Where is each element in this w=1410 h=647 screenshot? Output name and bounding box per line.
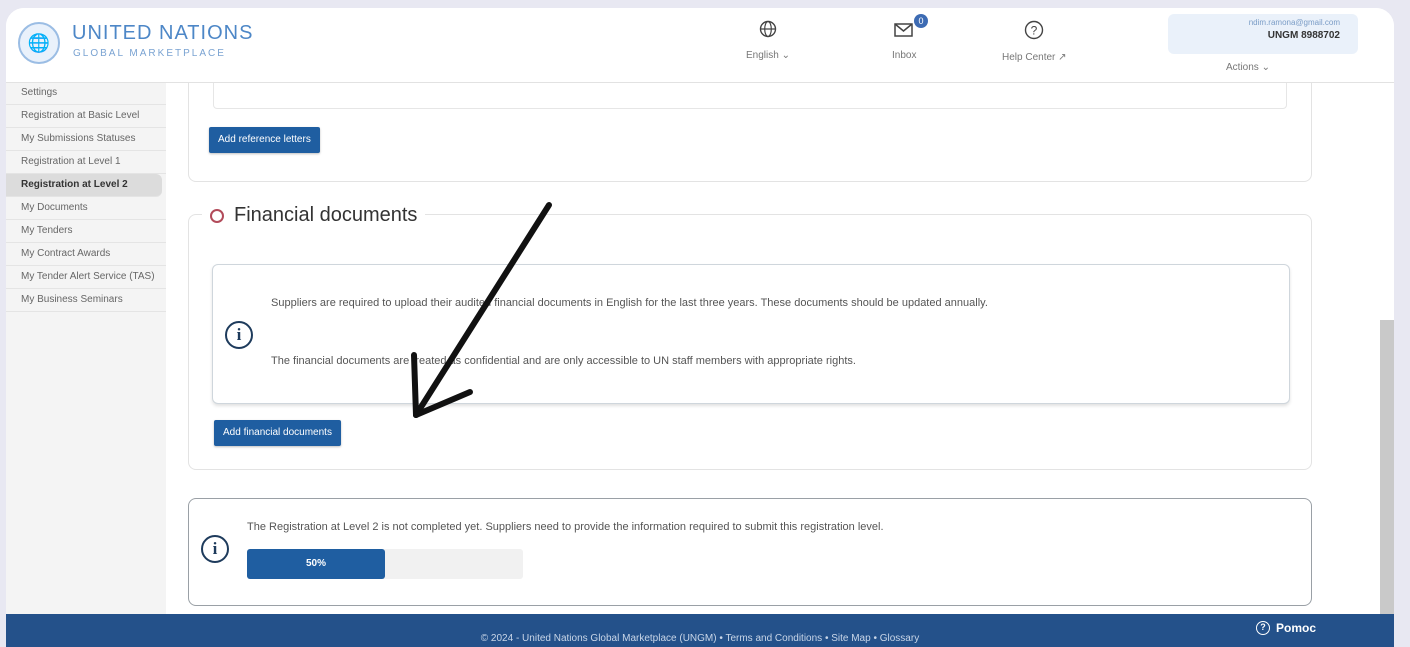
- financial-info-box: i Suppliers are required to upload their…: [212, 264, 1290, 404]
- incomplete-status-circle-icon: [210, 208, 224, 223]
- sidebar-item-tender-alert-service[interactable]: My Tender Alert Service (TAS): [6, 266, 166, 289]
- footer-links[interactable]: © 2024 - United Nations Global Marketpla…: [6, 633, 1394, 644]
- registration-status-card: i The Registration at Level 2 is not com…: [188, 498, 1312, 606]
- sidebar-item-registration-level-1[interactable]: Registration at Level 1: [6, 151, 166, 174]
- account-box[interactable]: ndim.ramona@gmail.com UNGM 8988702: [1168, 14, 1358, 54]
- brand-subtitle: GLOBAL MARKETPLACE: [73, 48, 226, 59]
- sidebar-item-submission-statuses[interactable]: My Submissions Statuses: [6, 128, 166, 151]
- language-label: English: [746, 50, 779, 61]
- add-financial-documents-button[interactable]: Add financial documents: [214, 420, 341, 446]
- inbox-link[interactable]: 0 Inbox: [892, 14, 928, 61]
- sidebar-item-settings[interactable]: Settings: [6, 82, 166, 105]
- financial-documents-header: Financial documents: [202, 204, 426, 227]
- svg-text:?: ?: [1031, 24, 1038, 38]
- help-center-label: Help Center: [1002, 52, 1056, 63]
- inbox-count-badge: 0: [914, 14, 928, 28]
- page-scrollbar[interactable]: [1380, 320, 1394, 615]
- sidebar-item-my-tenders[interactable]: My Tenders: [6, 220, 166, 243]
- chevron-down-icon: ⌄: [781, 50, 790, 61]
- pomoc-help-button[interactable]: ? Pomoc: [1256, 621, 1316, 635]
- account-email: ndim.ramona@gmail.com: [1248, 18, 1340, 27]
- sidebar-item-contract-awards[interactable]: My Contract Awards: [6, 243, 166, 266]
- browser-window: 🌐 UNITED NATIONS GLOBAL MARKETPLACE Engl…: [6, 8, 1394, 647]
- un-emblem-logo[interactable]: 🌐: [18, 22, 60, 64]
- question-circle-icon: ?: [1256, 621, 1270, 635]
- add-reference-letters-button[interactable]: Add reference letters: [209, 127, 320, 153]
- sidebar-item-business-seminars[interactable]: My Business Seminars: [6, 289, 166, 312]
- sidebar-nav: Settings Registration at Basic Level My …: [6, 82, 166, 614]
- main-content: Add reference letters Financial document…: [166, 62, 1394, 614]
- registration-progress-fill: 50%: [247, 549, 385, 579]
- external-link-icon: ↗: [1058, 52, 1067, 63]
- inbox-label: Inbox: [892, 50, 917, 61]
- reference-letters-list: [213, 79, 1287, 109]
- question-circle-icon: ?: [1025, 20, 1044, 40]
- sidebar-item-my-documents[interactable]: My Documents: [6, 197, 166, 220]
- brand-title[interactable]: UNITED NATIONS: [72, 22, 253, 45]
- page-footer: © 2024 - United Nations Global Marketpla…: [6, 614, 1394, 647]
- top-header: 🌐 UNITED NATIONS GLOBAL MARKETPLACE Engl…: [6, 8, 1394, 83]
- pomoc-label: Pomoc: [1276, 621, 1317, 635]
- chevron-down-icon: ⌄: [1261, 62, 1270, 73]
- info-icon: i: [225, 321, 253, 349]
- mail-icon: [894, 23, 913, 37]
- language-selector[interactable]: English ⌄: [746, 20, 790, 61]
- financial-documents-title: Financial documents: [234, 204, 418, 226]
- financial-info-line-2: The financial documents are treated as c…: [271, 355, 856, 367]
- sidebar-item-registration-basic[interactable]: Registration at Basic Level: [6, 105, 166, 128]
- registration-status-message: The Registration at Level 2 is not compl…: [247, 521, 884, 533]
- account-ungm-id: UNGM 8988702: [1267, 30, 1340, 41]
- sidebar-item-registration-level-2[interactable]: Registration at Level 2: [6, 174, 162, 197]
- registration-progress-bar: 50%: [247, 549, 523, 579]
- actions-label: Actions: [1226, 62, 1259, 73]
- actions-dropdown[interactable]: Actions ⌄: [1226, 62, 1270, 73]
- help-center-link[interactable]: ? Help Center ↗: [1002, 20, 1067, 63]
- info-icon: i: [201, 535, 229, 563]
- globe-icon: [759, 20, 777, 38]
- financial-info-line-1: Suppliers are required to upload their a…: [271, 297, 988, 309]
